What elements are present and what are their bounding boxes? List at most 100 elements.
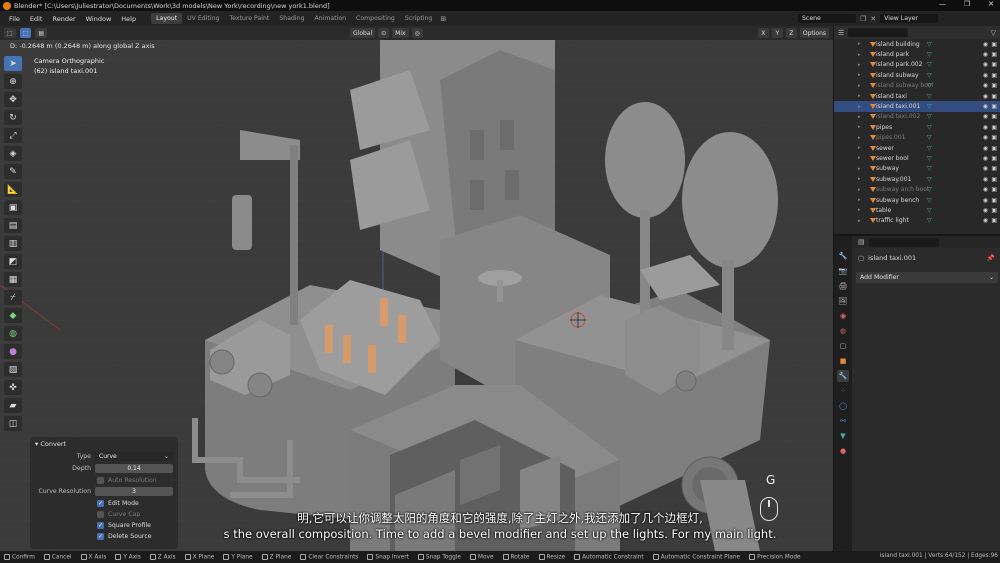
modifier-icon[interactable]: ▽: [927, 113, 932, 120]
editor-type-icon[interactable]: ▤: [858, 238, 865, 246]
snap-icon[interactable]: ⊙: [378, 28, 390, 38]
visibility-eye-icon[interactable]: ◉: [983, 72, 988, 79]
render-camera-icon[interactable]: ▣: [991, 176, 997, 183]
render-camera-icon[interactable]: ▣: [991, 93, 997, 100]
rotate-tool[interactable]: ↻: [4, 110, 22, 125]
select-box-icon[interactable]: ⬚: [19, 28, 32, 38]
visibility-eye-icon[interactable]: ◉: [983, 93, 988, 100]
expand-arrow-icon[interactable]: ▸: [858, 155, 861, 161]
visibility-eye-icon[interactable]: ◉: [983, 51, 988, 58]
output-tab-icon[interactable]: 🖨: [837, 280, 849, 292]
render-camera-icon[interactable]: ▣: [991, 207, 997, 214]
expand-arrow-icon[interactable]: ▸: [858, 62, 861, 68]
menu-window[interactable]: Window: [81, 15, 117, 23]
tool-tab-icon[interactable]: 🔧: [837, 250, 849, 262]
edge-slide-tool[interactable]: ▧: [4, 362, 22, 377]
modifier-icon[interactable]: ▽: [927, 176, 932, 183]
modifier-icon[interactable]: ▽: [927, 217, 932, 224]
pin-icon[interactable]: 📌: [987, 254, 995, 262]
modifier-icon[interactable]: ▽: [927, 207, 932, 214]
outliner-item[interactable]: ▸ island park.002 ▽ ◉ ▣: [834, 60, 1000, 70]
modifier-tab-icon[interactable]: 🔧: [837, 370, 849, 382]
visibility-eye-icon[interactable]: ◉: [983, 134, 988, 141]
visibility-eye-icon[interactable]: ◉: [983, 61, 988, 68]
type-dropdown[interactable]: Curve ⌄: [95, 452, 173, 461]
view-layer-selector[interactable]: View Layer: [880, 14, 939, 23]
measure-tool[interactable]: 📐: [4, 182, 22, 197]
auto-resolution-checkbox[interactable]: Auto Resolution: [35, 475, 173, 486]
tab-shading[interactable]: Shading: [274, 13, 309, 24]
render-camera-icon[interactable]: ▣: [991, 103, 997, 110]
expand-arrow-icon[interactable]: ▸: [858, 145, 861, 151]
poly-build-tool[interactable]: ◆: [4, 308, 22, 323]
outliner-item[interactable]: ▸ subway.001 ▽ ◉ ▣: [834, 174, 1000, 184]
render-camera-icon[interactable]: ▣: [991, 145, 997, 152]
outliner-item[interactable]: ▸ subway arch bool ▽ ◉ ▣: [834, 184, 1000, 194]
options-button[interactable]: Options: [799, 28, 829, 38]
select-mode-icon[interactable]: ▤: [35, 28, 48, 38]
extrude-tool[interactable]: ▤: [4, 218, 22, 233]
outliner-item[interactable]: ▸ sewer ▽ ◉ ▣: [834, 143, 1000, 153]
outliner-item[interactable]: ▸ island taxi.002 ▽ ◉ ▣: [834, 112, 1000, 122]
visibility-eye-icon[interactable]: ◉: [983, 155, 988, 162]
render-camera-icon[interactable]: ▣: [991, 134, 997, 141]
render-camera-icon[interactable]: ▣: [991, 197, 997, 204]
add-modifier-button[interactable]: Add Modifier ⌄: [856, 272, 998, 283]
operator-title[interactable]: ▾ Convert: [35, 440, 173, 448]
mirror-x-button[interactable]: X: [757, 28, 769, 38]
visibility-eye-icon[interactable]: ◉: [983, 82, 988, 89]
modifier-icon[interactable]: ▽: [927, 186, 932, 193]
visibility-eye-icon[interactable]: ◉: [983, 41, 988, 48]
outliner-item[interactable]: ▸ pipes.001 ▽ ◉ ▣: [834, 133, 1000, 143]
expand-arrow-icon[interactable]: ▸: [858, 176, 861, 182]
modifier-icon[interactable]: ▽: [927, 145, 932, 152]
modifier-icon[interactable]: ▽: [927, 103, 932, 110]
curve-resolution-field[interactable]: 3: [95, 487, 173, 496]
material-tab-icon[interactable]: ●: [837, 445, 849, 457]
3d-viewport[interactable]: D: -0.2648 m (0.2648 m) along global Z a…: [0, 40, 833, 551]
outliner-item[interactable]: ▸ sewer bool ▽ ◉ ▣: [834, 153, 1000, 163]
expand-arrow-icon[interactable]: ▸: [858, 104, 861, 110]
add-workspace-icon[interactable]: ⊞: [440, 15, 446, 23]
modifier-icon[interactable]: ▽: [927, 134, 932, 141]
outliner-item[interactable]: ▸ subway ▽ ◉ ▣: [834, 164, 1000, 174]
modifier-icon[interactable]: ▽: [927, 197, 932, 204]
proportional-icon[interactable]: ◎: [411, 28, 423, 38]
visibility-eye-icon[interactable]: ◉: [983, 217, 988, 224]
outliner-item[interactable]: ▸ pipes ▽ ◉ ▣: [834, 122, 1000, 132]
expand-arrow-icon[interactable]: ▸: [858, 124, 861, 130]
move-tool[interactable]: ✥: [4, 92, 22, 107]
modifier-icon[interactable]: ▽: [927, 124, 932, 131]
tab-animation[interactable]: Animation: [310, 13, 352, 24]
properties-search-input[interactable]: [868, 237, 939, 247]
visibility-eye-icon[interactable]: ◉: [983, 113, 988, 120]
knife-tool[interactable]: ⌿: [4, 290, 22, 305]
data-tab-icon[interactable]: ▼: [837, 430, 849, 442]
visibility-eye-icon[interactable]: ◉: [983, 176, 988, 183]
menu-help[interactable]: Help: [116, 15, 141, 23]
outliner-item[interactable]: ▸ island taxi ▽ ◉ ▣: [834, 91, 1000, 101]
visibility-eye-icon[interactable]: ◉: [983, 165, 988, 172]
render-camera-icon[interactable]: ▣: [991, 124, 997, 131]
render-camera-icon[interactable]: ▣: [991, 41, 997, 48]
modifier-icon[interactable]: ▽: [927, 165, 932, 172]
constraints-tab-icon[interactable]: ⚯: [837, 415, 849, 427]
modifier-icon[interactable]: ▽: [927, 82, 932, 89]
loop-cut-tool[interactable]: ▦: [4, 272, 22, 287]
proportional-mode[interactable]: Mix: [392, 28, 409, 38]
filter-icon[interactable]: ▽: [991, 29, 996, 37]
physics-tab-icon[interactable]: ◯: [837, 400, 849, 412]
expand-arrow-icon[interactable]: ▸: [858, 72, 861, 78]
mirror-z-button[interactable]: Z: [785, 28, 797, 38]
tab-scripting[interactable]: Scripting: [400, 13, 438, 24]
expand-arrow-icon[interactable]: ▸: [858, 218, 861, 224]
expand-arrow-icon[interactable]: ▸: [858, 114, 861, 120]
outliner-item[interactable]: ▸ island taxi.001 ▽ ◉ ▣: [834, 101, 1000, 112]
outliner-item[interactable]: ▸ island building ▽ ◉ ▣: [834, 39, 1000, 49]
render-camera-icon[interactable]: ▣: [991, 186, 997, 193]
minimize-button[interactable]: —: [939, 0, 946, 8]
close-button[interactable]: ✕: [988, 0, 994, 8]
visibility-eye-icon[interactable]: ◉: [983, 124, 988, 131]
visibility-eye-icon[interactable]: ◉: [983, 207, 988, 214]
smooth-tool[interactable]: ●: [4, 344, 22, 359]
